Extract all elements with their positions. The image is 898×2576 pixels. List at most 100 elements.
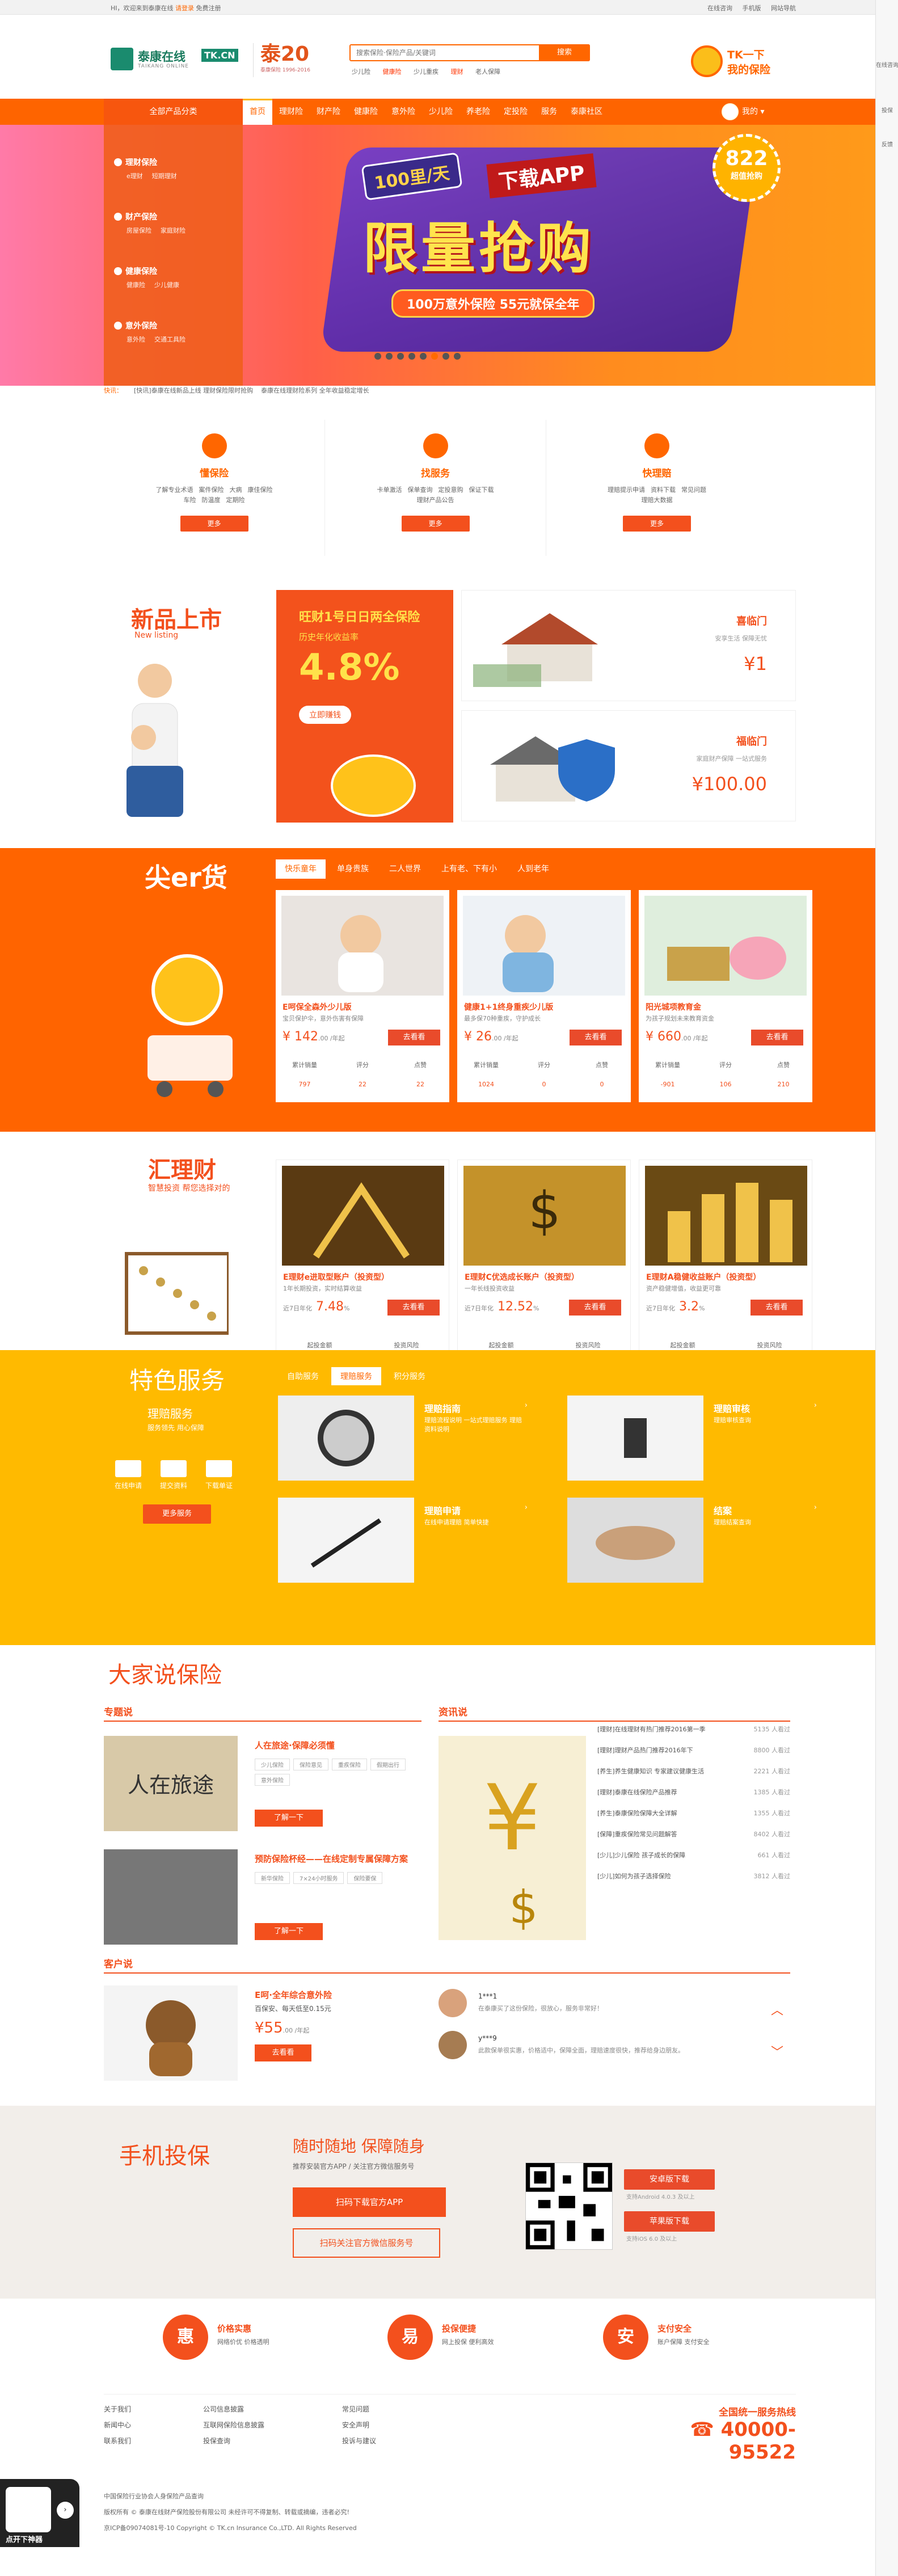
online-consult-link[interactable]: 在线咨询: [707, 5, 732, 12]
product-ad-fulinmen[interactable]: 福临门 家庭财产保障 一站式服务 ¥100.00: [461, 710, 796, 821]
sitemap-link[interactable]: 网站导航: [771, 5, 796, 12]
learn-more-button[interactable]: 了解一下: [255, 1810, 323, 1827]
more-button[interactable]: 更多: [401, 516, 470, 532]
nav-item-service[interactable]: 服务: [534, 99, 564, 125]
news-item[interactable]: [养生]泰康保险保障大全详解 1355 人看过: [597, 1808, 790, 1829]
android-download-button[interactable]: 安卓版下载: [624, 2169, 715, 2190]
download-app-button[interactable]: 扫码下载官方APP: [293, 2187, 446, 2217]
carousel-dot[interactable]: [408, 353, 415, 360]
topic-item[interactable]: 预防保险杯经——在线定制专属保障方案 新华保险 7×24小时服务 保险要保 了解一下: [104, 1849, 433, 1951]
footer-link[interactable]: 投诉与建议: [342, 2436, 433, 2452]
view-button[interactable]: 去看看: [570, 1030, 622, 1045]
tab-couple[interactable]: 二人世界: [380, 859, 430, 879]
tab-self-service[interactable]: 自助服务: [278, 1367, 328, 1385]
nav-item-pension[interactable]: 养老险: [459, 99, 497, 125]
tab-family[interactable]: 上有老、下有小: [432, 859, 506, 879]
more-button[interactable]: 更多: [623, 516, 691, 532]
carousel-dot[interactable]: [420, 353, 427, 360]
nav-item-accident[interactable]: 意外险: [385, 99, 422, 125]
nav-item-finance[interactable]: 理财险: [272, 99, 310, 125]
carousel-dot[interactable]: [454, 353, 461, 360]
featured-promo[interactable]: 旺财1号日日两全保险 历史年化收益率 4.8% 立即赚钱: [276, 590, 453, 823]
tab-senior[interactable]: 人到老年: [508, 859, 558, 879]
hot-keyword[interactable]: 理财: [451, 68, 463, 75]
view-button[interactable]: 去看看: [387, 1300, 440, 1316]
hot-keyword[interactable]: 健康险: [383, 68, 402, 75]
follow-wechat-button[interactable]: 扫码关注官方微信服务号: [293, 2228, 440, 2258]
view-button[interactable]: 去看看: [255, 2044, 311, 2061]
service-item[interactable]: 理赔申请 在线申请理赔 简单快捷 ›: [278, 1498, 533, 1583]
footer-link[interactable]: 新闻中心: [104, 2420, 195, 2436]
register-link[interactable]: 免费注册: [196, 5, 221, 12]
download-forms[interactable]: 下载单证: [196, 1460, 242, 1490]
tab-single[interactable]: 单身贵族: [328, 859, 378, 879]
chevron-up-icon[interactable]: ︿: [771, 2000, 783, 2018]
apply-online[interactable]: 在线申请: [106, 1460, 151, 1490]
footer-link[interactable]: 互联网保险信息披露: [203, 2420, 294, 2436]
all-categories-button[interactable]: 全部产品分类: [104, 99, 243, 125]
news-item[interactable]: [理财]理财产品热门推荐2016年下 8800 人看过: [597, 1746, 790, 1766]
ios-download-button[interactable]: 苹果版下载: [624, 2211, 715, 2232]
sidebar-insure[interactable]: 投保: [876, 108, 898, 115]
hero-banner[interactable]: 100里/天 下载APP 限量抢购 100万意外保险 55元就保全年 822 超值…: [0, 125, 875, 386]
footer-link[interactable]: 安全声明: [342, 2420, 433, 2436]
view-button[interactable]: 去看看: [751, 1300, 803, 1316]
sidebar-feedback[interactable]: 反馈: [876, 142, 898, 149]
cat-group-finance[interactable]: 理财保险 e理财 短期理财: [114, 157, 239, 180]
product-card[interactable]: 阳光城项教育金 为孩子规划未来教育资金 ¥ 660.00 /年起 去看看 累计销量…: [639, 890, 812, 1102]
chevron-down-icon[interactable]: ﹀: [771, 2042, 783, 2060]
hot-keyword[interactable]: 少儿重疾: [414, 68, 439, 75]
submit-docs[interactable]: 提交资料: [151, 1460, 196, 1490]
sidebar-consult[interactable]: 在线咨询: [876, 62, 898, 69]
nav-item-child[interactable]: 少儿险: [422, 99, 459, 125]
tab-claims[interactable]: 理赔服务: [331, 1367, 381, 1385]
footer-link[interactable]: 投保查询: [203, 2436, 294, 2452]
view-button[interactable]: 去看看: [569, 1300, 621, 1316]
product-card[interactable]: 健康1+1终身重疾少儿版 最多保70种重疾，守护成长 ¥ 26.00 /年起 去看…: [457, 890, 631, 1102]
footer-link[interactable]: 常见问题: [342, 2404, 433, 2420]
service-item[interactable]: 结案 理赔结案查询 ›: [567, 1498, 823, 1583]
nav-item-health[interactable]: 健康险: [347, 99, 385, 125]
site-logo[interactable]: 泰康在线 TK.CN TAIKANG ONLINE: [111, 44, 241, 75]
service-item[interactable]: 理赔审核 理赔审核查询 ›: [567, 1395, 823, 1481]
learn-more-button[interactable]: 了解一下: [255, 1923, 323, 1940]
nav-item-home[interactable]: 首页: [243, 99, 272, 125]
footer-link[interactable]: 公司信息披露: [203, 2404, 294, 2420]
nav-item-property[interactable]: 财产险: [310, 99, 347, 125]
mobile-link[interactable]: 手机版: [743, 5, 761, 12]
nav-item-community[interactable]: 泰康社区: [564, 99, 609, 125]
topic-item[interactable]: 人在旅途 人在旅途·保障必须懂 少儿保险 保险意见 重疾保险 假期出行意外保险 了解一…: [104, 1736, 433, 1838]
search-button[interactable]: 搜索: [539, 44, 590, 61]
tab-points[interactable]: 积分服务: [385, 1367, 435, 1385]
finance-card[interactable]: $ E理财C优选成长账户（投资型） 一年长线投资收益 近7日年化 12.52% 去…: [457, 1160, 631, 1375]
hot-keyword[interactable]: 老人保障: [475, 68, 500, 75]
more-button[interactable]: 更多: [180, 516, 248, 532]
product-card[interactable]: E呵保全森外少儿版 宝贝保护伞，意外伤害有保障 ¥ 142.00 /年起 去看看 …: [276, 890, 449, 1102]
news-item[interactable]: [理财]在线理财有热门推荐2016第一季 5135 人看过: [597, 1725, 790, 1746]
service-item[interactable]: 理赔指南 理赔流程说明 一站式理赔服务 理赔资料说明 ›: [278, 1395, 533, 1481]
hot-keyword[interactable]: 少儿险: [352, 68, 370, 75]
user-menu[interactable]: 我的 ▾: [722, 103, 764, 120]
carousel-dot[interactable]: [397, 353, 404, 360]
cat-group-accident[interactable]: 意外保险 意外险 交通工具险: [114, 320, 239, 344]
news-item[interactable]: [少儿]如何为孩子选择保险 3812 人看过: [597, 1871, 790, 1892]
news-item[interactable]: [理财]泰康在线保险产品推荐 1385 人看过: [597, 1787, 790, 1808]
carousel-dot[interactable]: [386, 353, 393, 360]
footer-link[interactable]: 关于我们: [104, 2404, 195, 2420]
customer-product[interactable]: E呵·全年综合意外险 百保安、每天低至0.15元 ¥55.00 /年起 去看看: [104, 1985, 433, 2088]
carousel-dot[interactable]: [374, 353, 381, 360]
view-button[interactable]: 去看看: [751, 1030, 803, 1045]
tab-childhood[interactable]: 快乐童年: [276, 859, 326, 879]
search-input[interactable]: [351, 45, 538, 60]
nav-item-fixed[interactable]: 定投险: [497, 99, 534, 125]
app-promo-widget[interactable]: 点开下神器 ›: [0, 2479, 79, 2547]
carousel-dot[interactable]: [431, 353, 438, 360]
product-ad-xilinmen[interactable]: 喜临门 安享生活 保障无忧 ¥1: [461, 590, 796, 701]
cat-group-property[interactable]: 财产保险 房屋保险 家庭财险: [114, 211, 239, 235]
carousel-dot[interactable]: [442, 353, 449, 360]
login-link[interactable]: 请登录: [175, 5, 194, 12]
earn-now-button[interactable]: 立即赚钱: [299, 706, 351, 724]
news-item[interactable]: 泰康在线理财险系列 全年收益稳定增长: [261, 387, 369, 394]
my-insurance-entry[interactable]: TK一下 我的保险: [691, 43, 787, 79]
finance-card[interactable]: E理财A稳健收益账户（投资型） 资产稳健增值，收益更可靠 近7日年化 3.2% 去…: [639, 1160, 812, 1375]
